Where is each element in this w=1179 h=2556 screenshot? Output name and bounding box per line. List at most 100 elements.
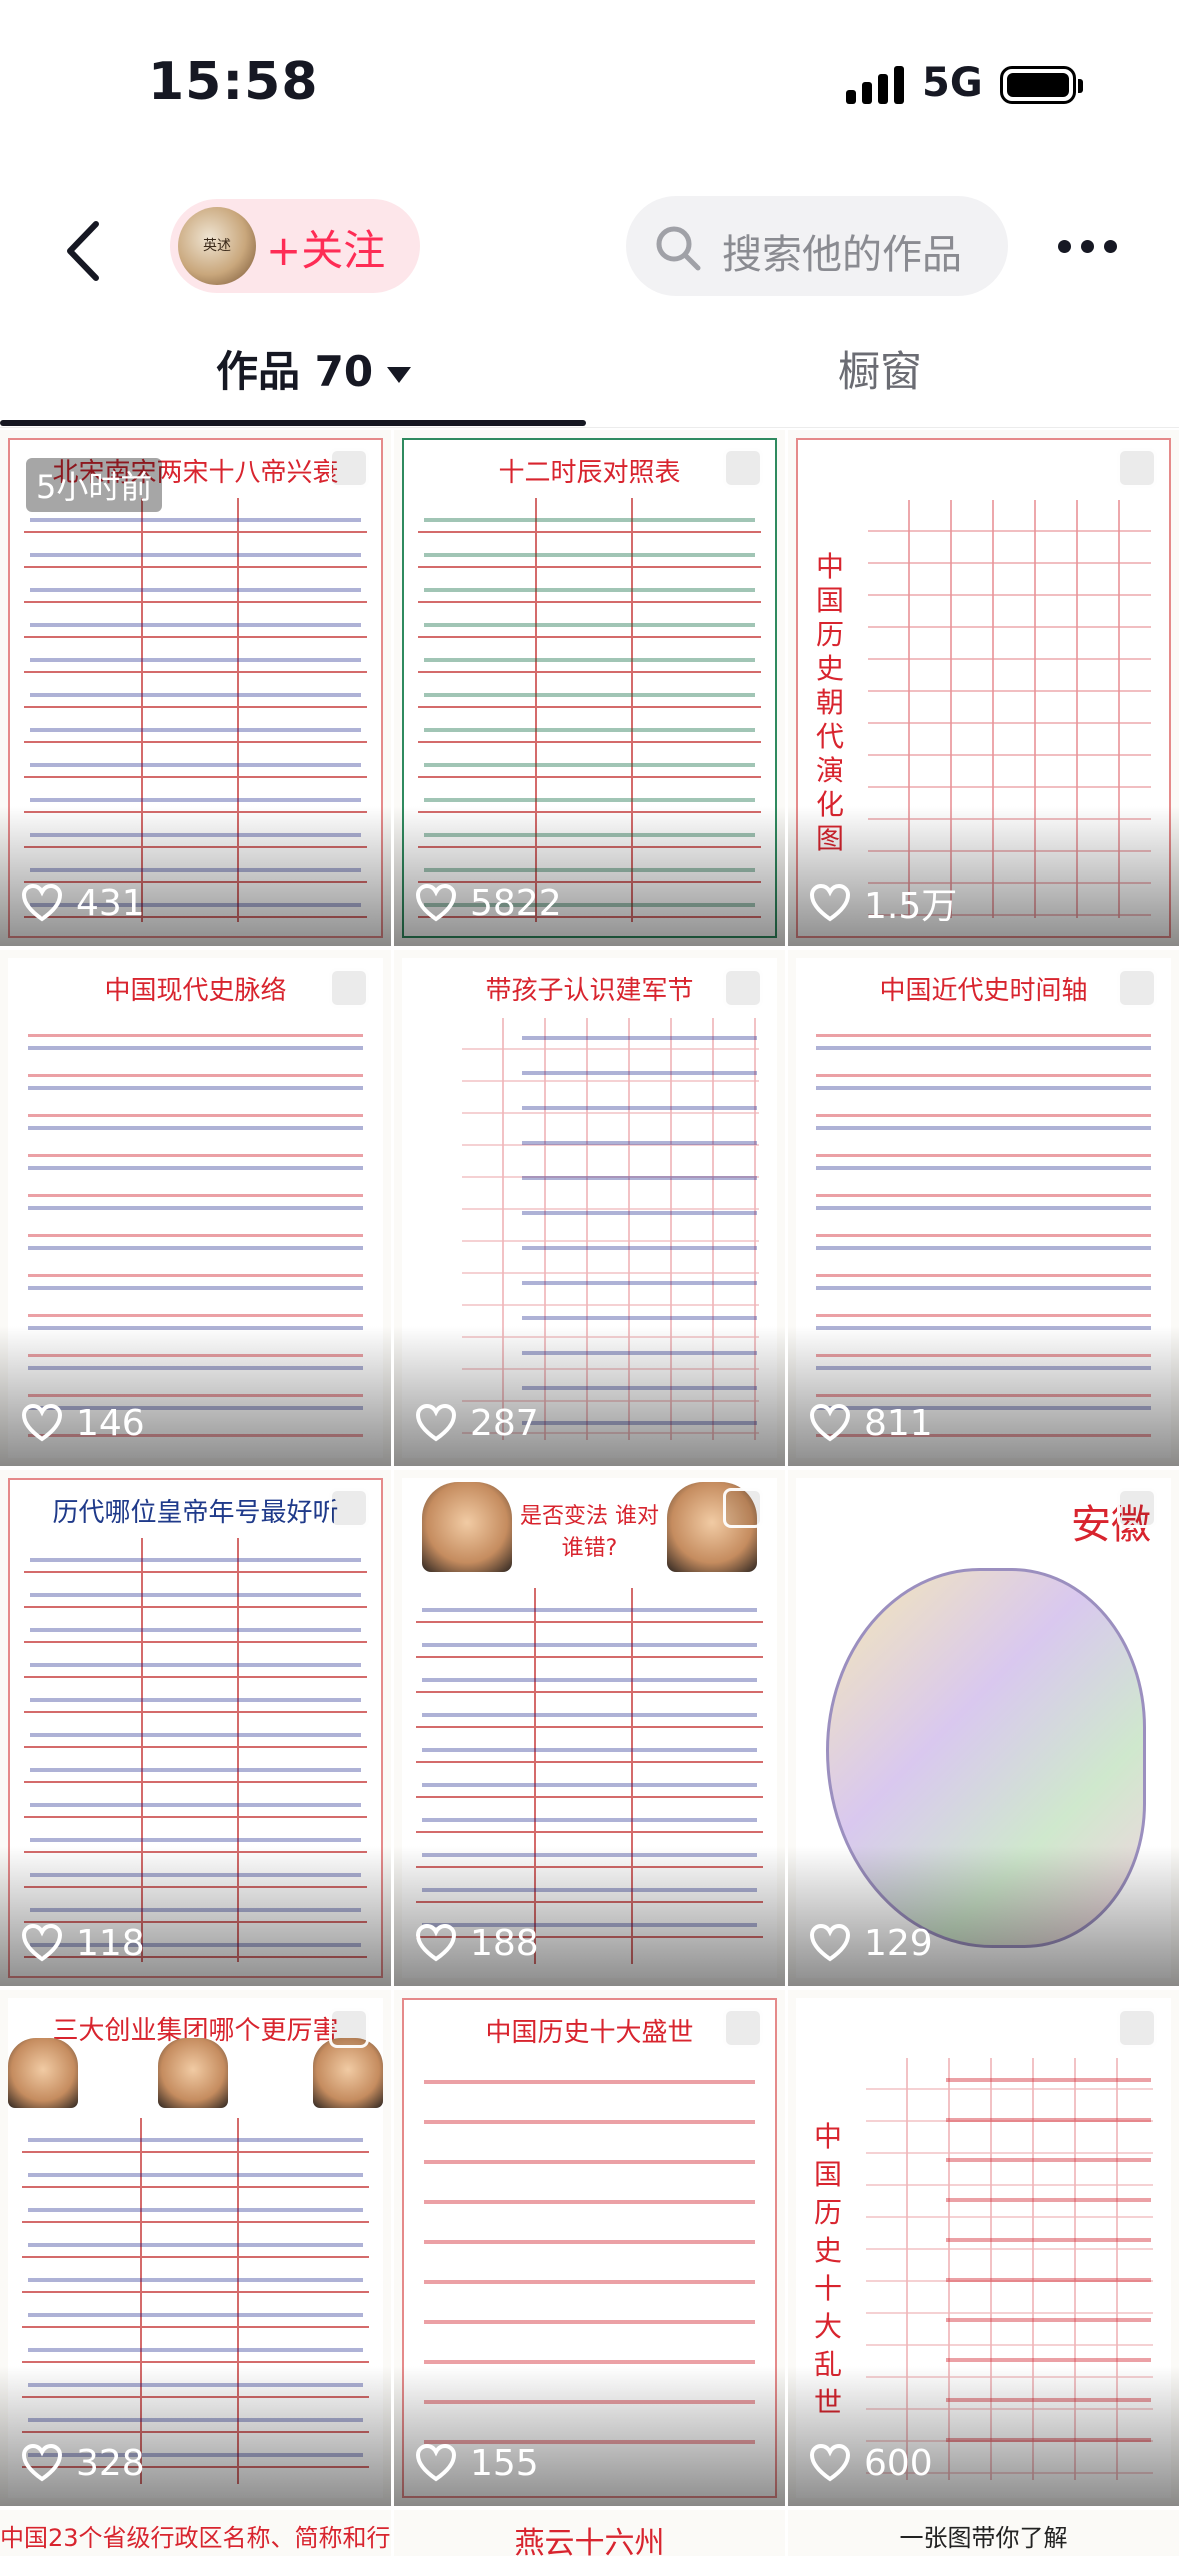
battery-icon <box>1000 66 1083 104</box>
select-checkbox[interactable] <box>1117 968 1157 1008</box>
heart-icon <box>810 884 850 922</box>
heart-icon <box>416 1924 456 1962</box>
search-icon <box>656 226 701 271</box>
heart-icon <box>810 1924 850 1962</box>
like-stat: 146 <box>22 1400 145 1446</box>
portrait-image <box>422 1482 512 1572</box>
heart-icon <box>22 1924 62 1962</box>
thumbnail-title: 一张图带你了解 <box>899 2524 1068 2552</box>
work-card[interactable]: 中国现代史脉络 146 <box>0 950 391 1466</box>
time-badge: 5小时前 <box>26 458 163 512</box>
like-stat: 600 <box>810 2440 933 2486</box>
thumbnail-title: 带孩子认识建军节 <box>485 976 694 1006</box>
work-card[interactable]: 燕云十六州 <box>394 2510 785 2556</box>
avatar-text: 英述 <box>203 238 231 254</box>
heart-icon <box>22 2444 62 2482</box>
thumbnail-title: 中国近代史时间轴 <box>879 976 1088 1006</box>
select-checkbox[interactable] <box>329 2008 369 2048</box>
work-card[interactable]: 中国历史朝代演化图 1.5万 <box>788 430 1179 946</box>
like-stat: 1.5万 <box>810 880 958 927</box>
work-card[interactable]: 中国历史十大盛世 155 <box>394 1990 785 2506</box>
tab-indicator <box>0 420 586 426</box>
select-checkbox[interactable] <box>723 1488 763 1528</box>
work-card[interactable]: 中国近代史时间轴 811 <box>788 950 1179 1466</box>
caret-down-icon <box>387 366 412 383</box>
heart-icon <box>416 1404 456 1442</box>
select-checkbox[interactable] <box>1117 448 1157 488</box>
profile-header: 英述 +关注 搜索他的作品 <box>0 176 1179 316</box>
like-count: 1.5万 <box>864 886 958 927</box>
thumbnail-title: 历代哪位皇帝年号最好听 <box>52 1498 339 1528</box>
select-checkbox[interactable] <box>723 2008 763 2048</box>
work-card[interactable]: 安徽 129 <box>788 1470 1179 1986</box>
like-count: 287 <box>470 1402 539 1444</box>
select-checkbox[interactable] <box>723 448 763 488</box>
work-card[interactable]: 带孩子认识建军节 287 <box>394 950 785 1466</box>
profile-tabs: 作品 70 橱窗 <box>0 316 1179 428</box>
like-count: 328 <box>76 2442 145 2484</box>
like-stat: 811 <box>810 1400 933 1446</box>
tab-window[interactable]: 橱窗 <box>838 338 922 399</box>
like-count: 129 <box>864 1922 933 1964</box>
like-stat: 328 <box>22 2440 145 2486</box>
like-stat: 431 <box>22 880 145 926</box>
network-label: 5G <box>922 60 983 106</box>
heart-icon <box>22 1404 62 1442</box>
select-checkbox[interactable] <box>329 448 369 488</box>
like-stat: 5822 <box>416 880 562 926</box>
like-count: 431 <box>76 882 145 924</box>
more-icon[interactable] <box>1058 236 1118 256</box>
portrait-image <box>313 2038 383 2108</box>
search-input[interactable]: 搜索他的作品 <box>626 196 1008 296</box>
thumbnail-title: 十二时辰对照表 <box>498 458 681 488</box>
select-checkbox[interactable] <box>1117 1488 1157 1528</box>
work-card[interactable]: 一张图带你了解 <box>788 2510 1179 2556</box>
back-icon[interactable] <box>56 216 116 286</box>
tab-works[interactable]: 作品 70 <box>216 338 412 399</box>
signal-icon <box>846 64 906 104</box>
portrait-image <box>158 2038 228 2108</box>
like-count: 118 <box>76 1922 145 1964</box>
heart-icon <box>810 2444 850 2482</box>
thumbnail-title: 是否变法 谁对谁错? <box>520 1504 659 1561</box>
work-card[interactable]: 三大创业集团哪个更厉害 328 <box>0 1990 391 2506</box>
avatar[interactable]: 英述 <box>178 207 256 285</box>
work-card[interactable]: 北宋南宋两宋十八帝兴衰 5小时前 431 <box>0 430 391 946</box>
thumbnail-title: 中国23个省级行政区名称、简称和行政中心 <box>0 2524 391 2552</box>
like-stat: 118 <box>22 1920 145 1966</box>
work-card[interactable]: 中国历史十大乱世 600 <box>788 1990 1179 2506</box>
status-time: 15:58 <box>148 52 319 112</box>
thumbnail-title: 燕云十六州 <box>514 2526 665 2556</box>
follow-button[interactable]: 英述 +关注 <box>170 199 420 293</box>
like-stat: 129 <box>810 1920 933 1966</box>
status-bar: 15:58 5G <box>0 0 1179 176</box>
select-checkbox[interactable] <box>329 968 369 1008</box>
tab-works-label: 作品 70 <box>216 347 374 396</box>
select-checkbox[interactable] <box>329 1488 369 1528</box>
works-grid: 北宋南宋两宋十八帝兴衰 5小时前 431 十二时辰对照表 5822 中国历史朝代… <box>0 430 1179 2556</box>
portrait-image <box>8 2038 78 2108</box>
like-stat: 188 <box>416 1920 539 1966</box>
like-count: 5822 <box>470 882 562 924</box>
work-card[interactable]: 是否变法 谁对谁错? 188 <box>394 1470 785 1986</box>
search-placeholder: 搜索他的作品 <box>722 232 962 278</box>
select-checkbox[interactable] <box>1117 2008 1157 2048</box>
thumbnail-title: 中国现代史脉络 <box>104 976 287 1006</box>
work-card[interactable]: 中国23个省级行政区名称、简称和行政中心 <box>0 2510 391 2556</box>
like-count: 600 <box>864 2442 933 2484</box>
like-count: 188 <box>470 1922 539 1964</box>
heart-icon <box>416 2444 456 2482</box>
thumbnail-title: 中国历史十大盛世 <box>485 2018 694 2048</box>
like-stat: 287 <box>416 1400 539 1446</box>
select-checkbox[interactable] <box>723 968 763 1008</box>
heart-icon <box>416 884 456 922</box>
like-stat: 155 <box>416 2440 539 2486</box>
like-count: 811 <box>864 1402 933 1444</box>
heart-icon <box>810 1404 850 1442</box>
like-count: 155 <box>470 2442 539 2484</box>
work-card[interactable]: 历代哪位皇帝年号最好听 118 <box>0 1470 391 1986</box>
heart-icon <box>22 884 62 922</box>
work-card[interactable]: 十二时辰对照表 5822 <box>394 430 785 946</box>
like-count: 146 <box>76 1402 145 1444</box>
follow-label: +关注 <box>266 226 386 275</box>
